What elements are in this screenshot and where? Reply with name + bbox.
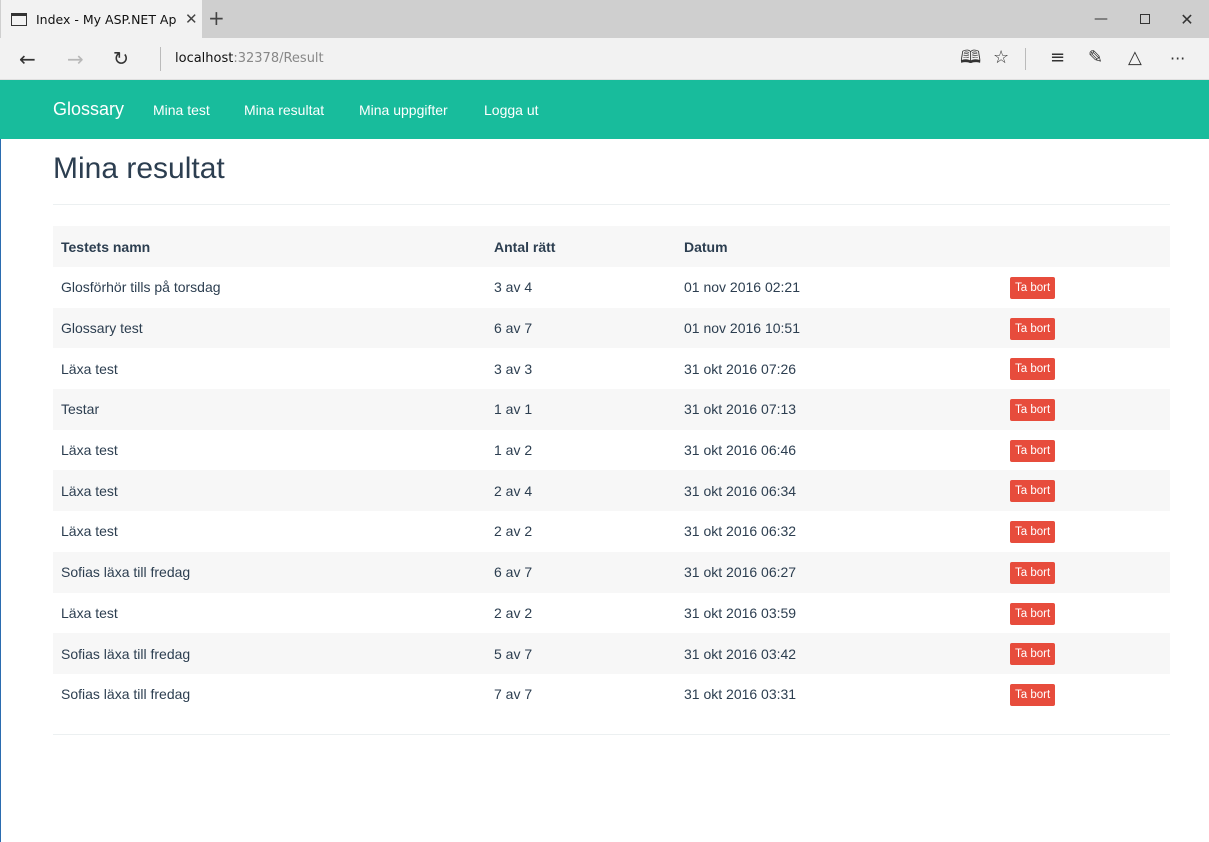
cell-score: 2 av 4 — [494, 482, 533, 499]
cell-test-name: Sofias läxa till fredag — [61, 645, 191, 662]
cell-date: 31 okt 2016 07:26 — [684, 360, 797, 377]
cell-date: 01 nov 2016 02:21 — [684, 279, 800, 296]
close-window-button[interactable]: ✕ — [1164, 0, 1209, 38]
browser-tab-bar: Index - My ASP.NET Ap ✕ + — ✕ — [0, 0, 1209, 38]
cell-test-name: Läxa test — [61, 442, 118, 459]
header-test-name: Testets namn — [61, 238, 151, 255]
address-divider — [160, 47, 161, 71]
hub-icon[interactable]: ≡ — [1050, 46, 1065, 70]
cell-score: 2 av 2 — [494, 523, 533, 540]
table-row: Läxa test 2 av 2 31 okt 2016 06:32 Ta bort — [53, 511, 1170, 552]
cell-score: 6 av 7 — [494, 564, 533, 581]
cell-date: 01 nov 2016 10:51 — [684, 320, 800, 337]
table-row: Sofias läxa till fredag 7 av 7 31 okt 2016… — [53, 673, 1170, 715]
cell-test-name: Testar — [61, 401, 100, 418]
address-path: :32378/Result — [233, 51, 324, 66]
table-header-row: Testets namn Antal rätt Datum — [53, 226, 1170, 267]
back-icon[interactable]: ← — [19, 47, 36, 71]
cell-score: 7 av 7 — [494, 686, 533, 703]
table-row: Sofias läxa till fredag 6 av 7 31 okt 2016… — [53, 551, 1170, 593]
cell-score: 3 av 3 — [494, 360, 533, 377]
delete-button[interactable]: Ta bort — [1010, 602, 1056, 625]
brand-link[interactable]: Glossary — [53, 99, 124, 120]
minimize-button[interactable]: — — [1078, 0, 1124, 38]
header-date: Datum — [684, 238, 728, 255]
web-note-icon[interactable]: ✎ — [1088, 46, 1103, 70]
divider — [53, 204, 1170, 205]
cell-date: 31 okt 2016 06:27 — [684, 564, 797, 581]
table-row: Glosförhör tills på torsdag 3 av 4 01 nov … — [53, 267, 1170, 308]
table-body: Glosförhör tills på torsdag 3 av 4 01 nov … — [53, 267, 1170, 715]
delete-button[interactable]: Ta bort — [1010, 399, 1056, 422]
forward-icon[interactable]: → — [67, 47, 84, 71]
cell-date: 31 okt 2016 06:34 — [684, 482, 797, 499]
delete-button[interactable]: Ta bort — [1010, 683, 1056, 706]
address-bar-row: ← → ↻ localhost:32378/Result 🕮 ☆ ≡ ✎ △ ·… — [0, 38, 1209, 80]
delete-button[interactable]: Ta bort — [1010, 521, 1056, 544]
table-row: Läxa test 1 av 2 31 okt 2016 06:46 Ta bort — [53, 429, 1170, 471]
header-score: Antal rätt — [494, 238, 556, 255]
share-icon[interactable]: △ — [1128, 46, 1142, 70]
maximize-icon — [1140, 14, 1150, 24]
cell-score: 1 av 2 — [494, 442, 533, 459]
cell-score: 2 av 2 — [494, 604, 533, 621]
table-row: Läxa test 2 av 2 31 okt 2016 03:59 Ta bort — [53, 592, 1170, 634]
more-icon[interactable]: ··· — [1170, 47, 1185, 71]
table-row: Testar 1 av 1 31 okt 2016 07:13 Ta bort — [53, 389, 1170, 430]
new-tab-button[interactable]: + — [208, 8, 225, 28]
table-row: Läxa test 2 av 4 31 okt 2016 06:34 Ta bort — [53, 470, 1170, 512]
nav-mina-uppgifter[interactable]: Mina uppgifter — [359, 102, 448, 118]
delete-button[interactable]: Ta bort — [1010, 358, 1056, 381]
address-field[interactable]: localhost:32378/Result — [175, 51, 324, 66]
cell-date: 31 okt 2016 03:42 — [684, 645, 797, 662]
address-host: localhost — [175, 51, 234, 66]
cell-score: 5 av 7 — [494, 645, 533, 662]
cell-test-name: Sofias läxa till fredag — [61, 564, 191, 581]
cell-test-name: Sofias läxa till fredag — [61, 686, 191, 703]
table-row: Läxa test 3 av 3 31 okt 2016 07:26 Ta bort — [53, 348, 1170, 390]
divider — [53, 734, 1170, 735]
cell-test-name: Glosförhör tills på torsdag — [61, 279, 221, 296]
delete-button[interactable]: Ta bort — [1010, 439, 1056, 462]
toolbar-divider — [1025, 48, 1026, 70]
nav-mina-resultat[interactable]: Mina resultat — [244, 102, 324, 118]
tab-title: Index - My ASP.NET Ap — [36, 11, 177, 27]
cell-test-name: Glossary test — [61, 320, 143, 337]
nav-logga-ut[interactable]: Logga ut — [484, 102, 539, 118]
nav-mina-test[interactable]: Mina test — [153, 102, 210, 118]
refresh-icon[interactable]: ↻ — [113, 47, 129, 71]
cell-score: 6 av 7 — [494, 320, 533, 337]
maximize-button[interactable] — [1122, 0, 1168, 38]
table-row: Sofias läxa till fredag 5 av 7 31 okt 2016… — [53, 633, 1170, 674]
cell-test-name: Läxa test — [61, 604, 118, 621]
cell-score: 1 av 1 — [494, 401, 533, 418]
app-navbar: Glossary Mina test Mina resultat Mina up… — [0, 80, 1209, 139]
cell-date: 31 okt 2016 06:32 — [684, 523, 797, 540]
delete-button[interactable]: Ta bort — [1010, 317, 1056, 340]
cell-date: 31 okt 2016 03:59 — [684, 604, 797, 621]
page-title: Mina resultat — [53, 152, 225, 185]
cell-score: 3 av 4 — [494, 279, 533, 296]
results-table: Testets namn Antal rätt Datum Glosförhör… — [53, 226, 1170, 715]
cell-test-name: Läxa test — [61, 523, 118, 540]
favorite-star-icon[interactable]: ☆ — [993, 46, 1009, 70]
delete-button[interactable]: Ta bort — [1010, 561, 1056, 584]
cell-test-name: Läxa test — [61, 360, 118, 377]
close-tab-icon[interactable]: ✕ — [185, 10, 198, 28]
cell-date: 31 okt 2016 06:46 — [684, 442, 797, 459]
page-icon — [11, 12, 27, 26]
delete-button[interactable]: Ta bort — [1010, 643, 1056, 666]
cell-test-name: Läxa test — [61, 482, 118, 499]
table-row: Glossary test 6 av 7 01 nov 2016 10:51 Ta b… — [53, 307, 1170, 349]
delete-button[interactable]: Ta bort — [1010, 480, 1056, 503]
delete-button[interactable]: Ta bort — [1010, 277, 1056, 299]
browser-tab[interactable]: Index - My ASP.NET Ap ✕ — [1, 0, 202, 38]
reading-view-icon[interactable]: 🕮 — [960, 46, 981, 70]
cell-date: 31 okt 2016 03:31 — [684, 686, 797, 703]
cell-date: 31 okt 2016 07:13 — [684, 401, 797, 418]
